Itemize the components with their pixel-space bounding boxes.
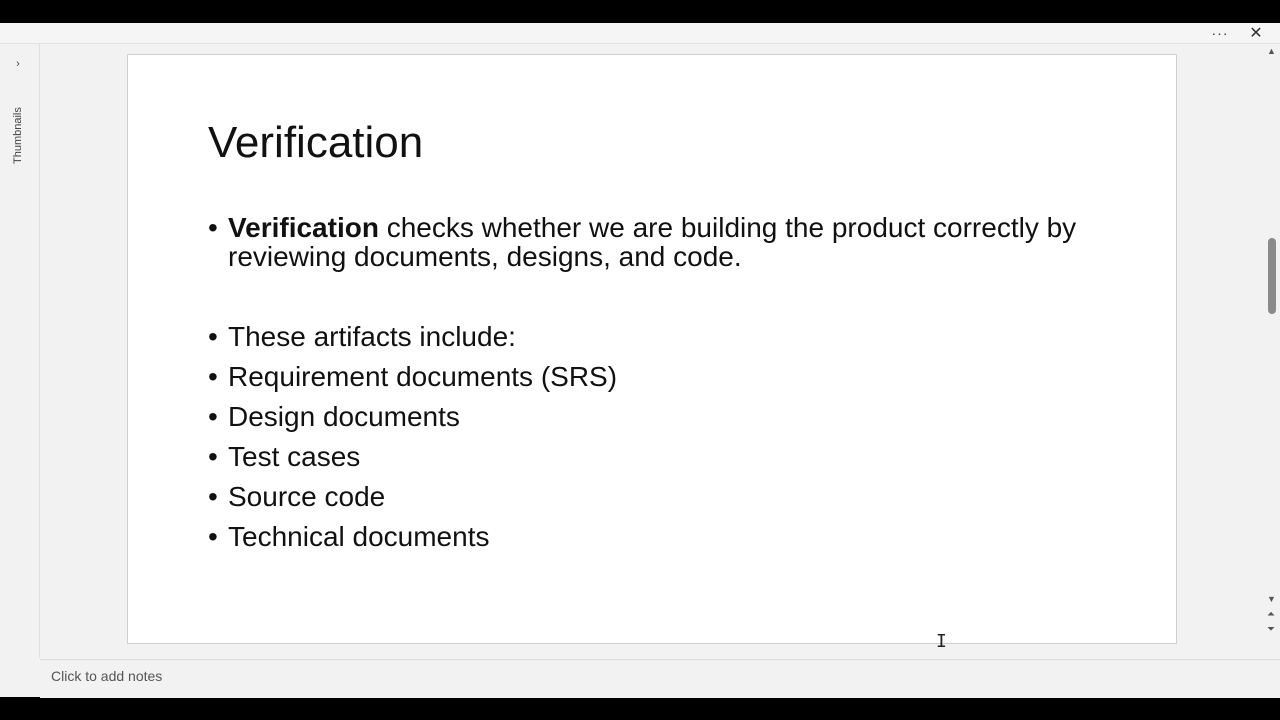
bullet-text: These artifacts include:: [228, 321, 516, 352]
bullet-dot: •: [208, 521, 218, 552]
scroll-up-icon[interactable]: ▲: [1267, 46, 1276, 56]
next-slide-icon[interactable]: ⏷: [1267, 624, 1275, 635]
bullet-dot: •: [208, 441, 218, 472]
bullet-text: Test cases: [228, 441, 361, 472]
bullet-text: Technical documents: [228, 521, 490, 552]
slide-editor-area: Verification • Verification checks wheth…: [40, 44, 1262, 658]
bullet-text: Requirement documents (SRS): [228, 361, 618, 392]
bullet-item: • Test cases: [208, 442, 1128, 471]
expand-thumbnails-icon[interactable]: ›: [10, 56, 26, 72]
bullet-item: • These artifacts include:: [208, 322, 1128, 351]
presentation-editor-window: ··· ✕ › Thumbnails Verification • Verifi…: [0, 23, 1280, 698]
notes-placeholder[interactable]: Click to add notes: [51, 668, 162, 684]
bullet-dot: •: [208, 481, 218, 512]
thumbnails-label[interactable]: Thumbnails: [11, 104, 25, 168]
thumbnails-pane-collapsed: › Thumbnails: [0, 44, 40, 658]
slide-title[interactable]: Verification: [208, 117, 423, 169]
vertical-scrollbar[interactable]: ▲ ▼ ⏶ ⏷: [1264, 44, 1280, 658]
bullet-bold-text: Verification: [228, 212, 379, 243]
close-icon[interactable]: ✕: [1245, 23, 1267, 42]
notes-pane[interactable]: Click to add notes: [40, 659, 1280, 698]
more-options-icon[interactable]: ···: [1208, 23, 1232, 42]
bullet-item: • Design documents: [208, 402, 1128, 431]
bullet-dot: •: [208, 212, 218, 243]
scroll-down-icon[interactable]: ▼: [1267, 594, 1276, 604]
bullet-dot: •: [208, 361, 218, 392]
scrollbar-thumb[interactable]: [1268, 238, 1276, 314]
bullet-dot: •: [208, 321, 218, 352]
bullet-item: • Requirement documents (SRS): [208, 362, 1128, 391]
bullet-dot: •: [208, 401, 218, 432]
bullet-item: • Source code: [208, 482, 1128, 511]
text-cursor-icon: I: [936, 631, 947, 652]
bullet-text: Source code: [228, 481, 386, 512]
bullet-item: • Verification checks whether we are bui…: [208, 213, 1128, 271]
slide-canvas[interactable]: Verification • Verification checks wheth…: [127, 54, 1177, 652]
slide-bullet-list[interactable]: • Verification checks whether we are bui…: [208, 213, 1128, 551]
bullet-item: • Technical documents: [208, 522, 1128, 551]
top-bar: ··· ✕: [0, 23, 1280, 44]
bullet-text: Design documents: [228, 401, 460, 432]
previous-slide-icon[interactable]: ⏶: [1267, 609, 1275, 620]
